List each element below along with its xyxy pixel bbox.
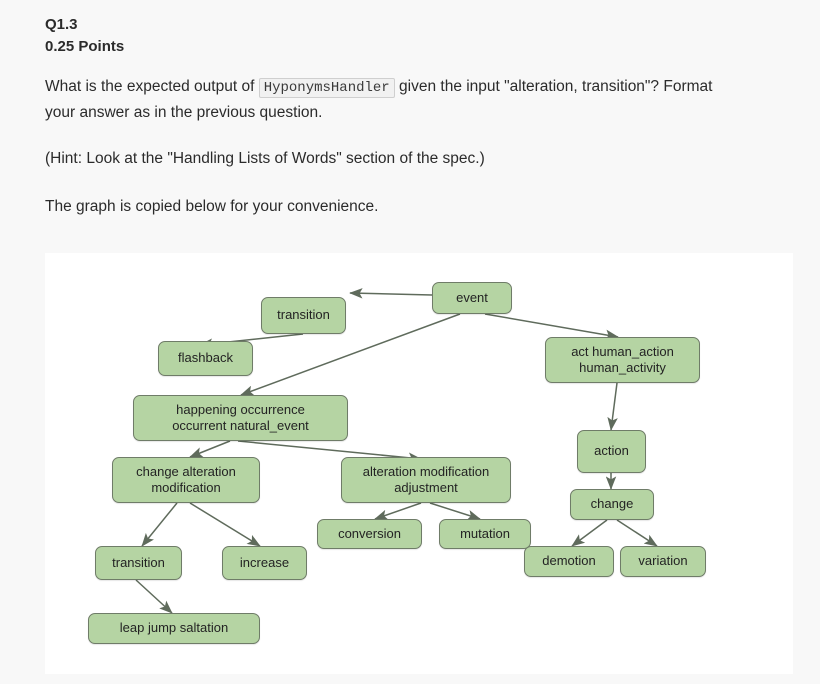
prompt-text-before: What is the expected output of	[45, 77, 259, 95]
question-points: 0.25 Points	[45, 37, 125, 55]
graph-node-label: event	[456, 289, 488, 305]
graph-node-demotion: demotion	[524, 546, 614, 577]
graph-node-transition2: transition	[95, 546, 182, 580]
question-number: Q1.3	[45, 16, 78, 33]
graph-node-mutation: mutation	[439, 519, 531, 549]
graph-node-label: transition	[277, 307, 330, 323]
graph-node-conversion: conversion	[317, 519, 422, 549]
graph-edge-change_alt-to-transition2	[141, 502, 178, 547]
graph-edge-change-to-demotion	[571, 519, 608, 547]
question-prompt: What is the expected output of HyponymsH…	[45, 74, 745, 127]
graph-edge-change_alt-to-increase	[189, 502, 261, 547]
question-hint: (Hint: Look at the "Handling Lists of Wo…	[45, 149, 485, 167]
graph-node-label: flashback	[178, 350, 233, 366]
graph-node-flashback: flashback	[158, 341, 253, 376]
graph-node-label: act human_action human_activity	[571, 343, 674, 375]
graph-node-transition1: transition	[261, 297, 346, 334]
graph-node-happening: happening occurrence occurrent natural_e…	[133, 395, 348, 441]
graph-node-label: change	[590, 496, 634, 512]
graph-node-label: variation	[638, 553, 688, 569]
graph-edge-event-to-transition1	[349, 288, 433, 299]
graph-node-label: change alteration modification	[136, 463, 236, 495]
graph-node-label: mutation	[460, 525, 510, 541]
graph-edge-event-to-act	[484, 313, 619, 341]
graph-node-change: change	[570, 489, 654, 520]
graph-edge-happening-to-change_alt	[189, 440, 231, 458]
graph-node-label: increase	[239, 554, 290, 570]
graph-node-label: happening occurrence occurrent natural_e…	[172, 401, 309, 433]
graph-node-label: alteration modification adjustment	[362, 463, 490, 495]
graph-edge-alteration-to-conversion	[374, 502, 422, 520]
graph-stage: event transition flashback act human_action…	[45, 253, 793, 674]
graph-node-label: demotion	[542, 553, 596, 569]
graph-edge-alteration-to-mutation	[429, 502, 481, 521]
code-token-hyponymshandler: HyponymsHandler	[258, 77, 395, 98]
graph-node-change_alt: change alteration modification	[112, 457, 260, 503]
question-note: The graph is copied below for your conve…	[45, 198, 379, 216]
graph-node-alteration: alteration modification adjustment	[341, 457, 511, 503]
graph-node-label: leap jump saltation	[119, 620, 229, 636]
graph-node-act: act human_action human_activity	[545, 337, 700, 383]
graph-edge-change-to-variation	[616, 519, 658, 547]
graph-node-label: conversion	[338, 525, 401, 541]
graph-node-variation: variation	[620, 546, 706, 577]
graph-node-label: transition	[112, 554, 165, 570]
graph-node-label: action	[594, 443, 629, 459]
graph-edge-act-to-action	[607, 382, 618, 431]
graph-panel: event transition flashback act human_action…	[45, 253, 793, 674]
question-container: Q1.3 0.25 Points What is the expected ou…	[0, 0, 820, 221]
graph-node-leap: leap jump saltation	[88, 613, 260, 644]
graph-edge-transition2-to-leap	[135, 579, 173, 614]
graph-node-increase: increase	[222, 546, 307, 580]
graph-node-event: event	[432, 282, 512, 314]
graph-node-action: action	[577, 430, 646, 473]
